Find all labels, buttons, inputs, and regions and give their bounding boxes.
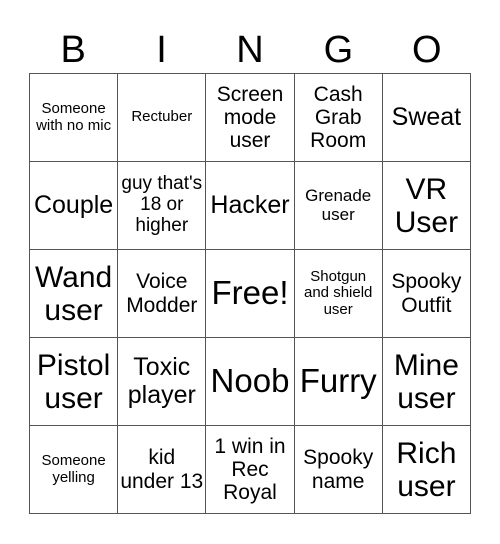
bingo-cell[interactable]: Wand user: [30, 250, 119, 338]
bingo-cell[interactable]: Someone with no mic: [30, 74, 119, 162]
bingo-cell[interactable]: Mine user: [382, 338, 471, 426]
bingo-cell[interactable]: guy that's 18 or higher: [118, 162, 207, 250]
header-letter-g: G: [323, 29, 354, 71]
bingo-cell[interactable]: Spooky name: [294, 426, 383, 514]
bingo-cell[interactable]: Spooky Outfit: [382, 250, 471, 338]
bingo-cell[interactable]: Rectuber: [118, 74, 207, 162]
header-letter-b: B: [60, 29, 86, 71]
bingo-cell[interactable]: Screen mode user: [206, 74, 295, 162]
bingo-cell[interactable]: Noob: [206, 338, 295, 426]
bingo-cell[interactable]: Hacker: [206, 162, 295, 250]
bingo-cell[interactable]: Sweat: [382, 74, 471, 162]
header-letter-o: O: [411, 29, 442, 71]
bingo-cell[interactable]: Furry: [294, 338, 383, 426]
bingo-cell[interactable]: VR User: [382, 162, 471, 250]
bingo-cell[interactable]: Pistol user: [30, 338, 119, 426]
bingo-cell-free[interactable]: Free!: [206, 250, 295, 338]
bingo-cell[interactable]: Couple: [30, 162, 119, 250]
bingo-cell[interactable]: Cash Grab Room: [294, 74, 383, 162]
bingo-cell[interactable]: Rich user: [382, 426, 471, 514]
bingo-header: B I N G O: [29, 28, 471, 73]
bingo-cell[interactable]: Voice Modder: [118, 250, 207, 338]
bingo-cell[interactable]: Grenade user: [294, 162, 383, 250]
bingo-cell[interactable]: Someone yelling: [30, 426, 119, 514]
bingo-cell[interactable]: 1 win in Rec Royal: [206, 426, 295, 514]
bingo-cell[interactable]: Toxic player: [118, 338, 207, 426]
bingo-grid: Someone with no mic Rectuber Screen mode…: [29, 73, 471, 514]
bingo-cell[interactable]: kid under 13: [118, 426, 207, 514]
bingo-cell[interactable]: Shotgun and shield user: [294, 250, 383, 338]
header-letter-i: I: [156, 29, 167, 71]
header-letter-n: N: [236, 29, 264, 71]
